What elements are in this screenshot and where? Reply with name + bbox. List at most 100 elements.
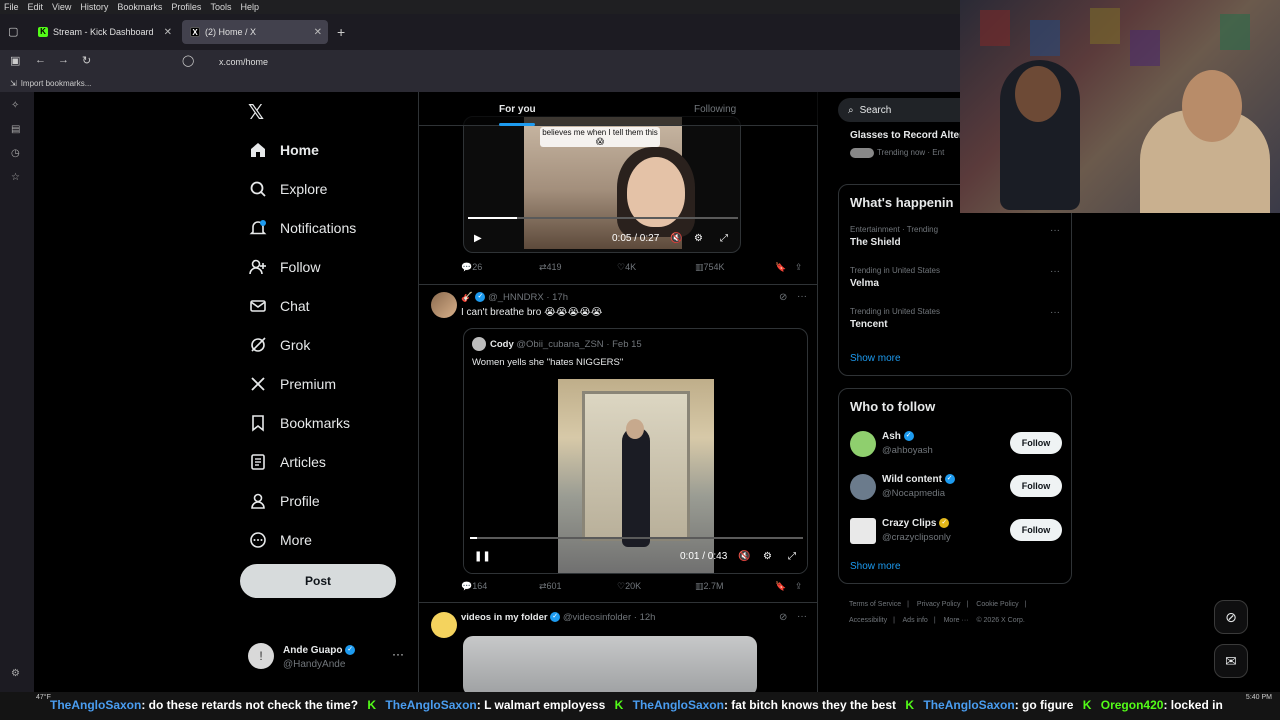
menu-file[interactable]: File	[4, 2, 19, 12]
video-progress-bar[interactable]	[468, 217, 738, 219]
nav-home[interactable]: Home	[248, 140, 319, 160]
synced-tabs-icon[interactable]: ▤	[11, 124, 23, 136]
nav-articles[interactable]: Articles	[248, 452, 326, 472]
bookmark-icon[interactable]: 🔖	[775, 262, 786, 273]
fullscreen-icon[interactable]: ⤢	[720, 233, 728, 244]
more-options-icon[interactable]: ···	[1050, 225, 1060, 236]
like-button[interactable]: ♡ 4K	[617, 262, 636, 273]
quote-tweet[interactable]: Cody @Obii_cubana_ZSN · Feb 15 Women yel…	[463, 328, 808, 574]
nav-explore[interactable]: Explore	[248, 179, 327, 199]
follow-suggestion[interactable]: Ash ✓ @ahboyash Follow	[850, 429, 1062, 459]
follow-suggestion[interactable]: Wild content ✓ @Nocapmedia Follow	[850, 472, 1062, 502]
share-icon[interactable]: ⇪	[795, 581, 803, 592]
follow-button[interactable]: Follow	[1010, 432, 1062, 454]
footer-link[interactable]: Accessibility	[849, 617, 887, 624]
reload-icon[interactable]: ↻	[82, 54, 91, 67]
tab-following[interactable]: Following	[694, 104, 736, 115]
menu-view[interactable]: View	[52, 2, 71, 12]
menu-help[interactable]: Help	[240, 2, 259, 12]
messages-float-button[interactable]: ✉	[1214, 644, 1248, 678]
share-icon[interactable]: ⇪	[795, 262, 803, 273]
reply-button[interactable]: 💬 164	[461, 581, 487, 592]
ai-chat-icon[interactable]: ✧	[11, 100, 23, 112]
sidebar-toggle-icon[interactable]: ▣	[10, 54, 20, 67]
footer-link[interactable]: Cookie Policy	[976, 601, 1018, 608]
fullscreen-icon[interactable]: ⤢	[788, 551, 796, 562]
repost-button[interactable]: ⇄ 419	[539, 262, 562, 273]
more-options-icon[interactable]: ···	[1050, 307, 1060, 318]
tab-for-you[interactable]: For you	[499, 104, 536, 115]
show-more-link[interactable]: Show more	[850, 561, 901, 572]
account-more-icon[interactable]: ···	[392, 647, 404, 661]
bookmark-icon[interactable]: 🔖	[775, 581, 786, 592]
more-options-icon[interactable]: ···	[797, 291, 807, 302]
trend-item[interactable]: Entertainment · Trending The Shield ···	[850, 225, 1060, 248]
footer-link[interactable]: More ···	[944, 617, 969, 624]
views-button[interactable]: ▥ 2.7M	[695, 581, 724, 592]
grok-float-button[interactable]: ⊘	[1214, 600, 1248, 634]
post-button[interactable]: Post	[240, 564, 396, 598]
import-bookmarks-link[interactable]: Import bookmarks...	[21, 79, 92, 88]
footer-link[interactable]: Privacy Policy	[917, 601, 961, 608]
follow-button[interactable]: Follow	[1010, 519, 1062, 541]
tweet-handle[interactable]: @videosinfolder	[563, 612, 631, 623]
footer-link[interactable]: Ads info	[903, 617, 928, 624]
shield-icon[interactable]: ◯	[182, 54, 194, 67]
trend-item[interactable]: Trending in United States Velma ···	[850, 266, 1060, 289]
tweet-time[interactable]: · 12h	[634, 612, 656, 623]
follow-button[interactable]: Follow	[1010, 475, 1062, 497]
x-logo-icon[interactable]: 𝕏	[248, 100, 264, 125]
nav-notifications[interactable]: Notifications	[248, 218, 356, 238]
tab-overview-icon[interactable]: ▢	[8, 25, 18, 38]
forward-icon[interactable]: →	[58, 54, 69, 66]
video-player[interactable]: believes me when I tell them this 😱 ▶ 0:…	[463, 116, 741, 253]
bookmarks-icon[interactable]: ☆	[11, 172, 23, 184]
menu-bookmarks[interactable]: Bookmarks	[117, 2, 162, 12]
repost-button[interactable]: ⇄ 601	[539, 581, 562, 592]
tweet-time[interactable]: · 17h	[546, 292, 568, 303]
new-tab-button[interactable]: +	[337, 24, 345, 40]
settings-gear-icon[interactable]: ⚙	[11, 668, 23, 680]
pause-icon[interactable]: ❚❚	[474, 551, 491, 562]
avatar[interactable]	[431, 292, 457, 318]
settings-icon[interactable]: ⚙	[763, 551, 772, 562]
views-button[interactable]: ▥ 754K	[695, 262, 725, 273]
history-icon[interactable]: ◷	[11, 148, 23, 160]
settings-icon[interactable]: ⚙	[694, 233, 703, 244]
menu-edit[interactable]: Edit	[28, 2, 44, 12]
tweet-name[interactable]: videos in my folder	[461, 612, 548, 623]
nav-profile[interactable]: Profile	[248, 491, 320, 511]
video-progress-bar[interactable]	[470, 537, 803, 539]
tweet-media[interactable]	[463, 636, 757, 692]
show-more-link[interactable]: Show more	[850, 353, 901, 364]
grok-icon[interactable]: ⊘	[779, 292, 787, 303]
play-icon[interactable]: ▶	[474, 233, 482, 244]
menu-history[interactable]: History	[80, 2, 108, 12]
account-switcher[interactable]: ! Ande Guapo ✓ @HandyAnde ···	[246, 641, 406, 677]
close-tab-icon[interactable]: ✕	[314, 27, 322, 38]
nav-bookmarks[interactable]: Bookmarks	[248, 413, 350, 433]
footer-link[interactable]: Terms of Service	[849, 601, 901, 608]
mute-icon[interactable]: 🔇	[738, 551, 750, 562]
nav-follow[interactable]: Follow	[248, 257, 320, 277]
nav-more[interactable]: More	[248, 530, 312, 550]
folder-avatar[interactable]	[431, 612, 457, 638]
grok-icon[interactable]: ⊘	[779, 612, 787, 623]
browser-tab-kick[interactable]: K Stream - Kick Dashboard ✕	[30, 20, 178, 44]
like-button[interactable]: ♡ 20K	[617, 581, 641, 592]
close-tab-icon[interactable]: ✕	[164, 27, 172, 38]
nav-chat[interactable]: Chat	[248, 296, 310, 316]
more-options-icon[interactable]: ···	[797, 611, 807, 622]
nav-premium[interactable]: Premium	[248, 374, 336, 394]
url-field[interactable]: x.com/home	[219, 57, 268, 67]
trend-title[interactable]: Glasses to Record Alter	[850, 130, 963, 141]
browser-tab-x[interactable]: X (2) Home / X ✕	[182, 20, 328, 44]
tweet-handle[interactable]: @_HNNDRX	[488, 292, 544, 303]
mute-icon[interactable]: 🔇	[670, 233, 682, 244]
back-icon[interactable]: ←	[35, 54, 46, 66]
more-options-icon[interactable]: ···	[1050, 266, 1060, 277]
menu-profiles[interactable]: Profiles	[171, 2, 201, 12]
nav-grok[interactable]: Grok	[248, 335, 310, 355]
trend-item[interactable]: Trending in United States Tencent ···	[850, 307, 1060, 330]
follow-suggestion[interactable]: Crazy Clips ✓ @crazyclipsonly Follow	[850, 516, 1062, 546]
